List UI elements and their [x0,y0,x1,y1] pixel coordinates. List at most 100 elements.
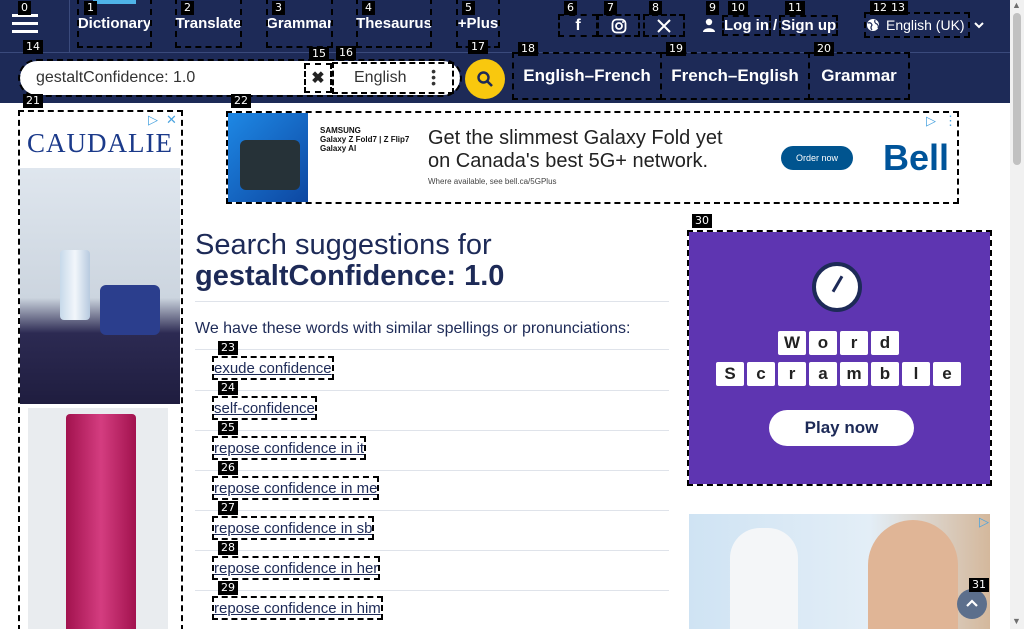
mark-label: 14 [23,40,43,54]
mark-label: 31 [969,578,989,592]
chevron-down-icon[interactable] [974,17,984,35]
x-icon[interactable] [643,14,685,37]
mark-label: 12 [870,1,890,15]
game-tile: r [840,331,868,355]
mark-label: 11 [785,1,805,15]
page-title-query: gestaltConfidence: 1.0 [195,260,505,292]
mark-label: 17 [468,40,488,54]
scroll-up-arrow-icon[interactable]: ▲ [1012,0,1021,10]
scrollbar-thumb[interactable] [1013,13,1021,165]
mark-label: 5 [462,1,475,15]
login-slash: / [773,16,778,34]
nav-dictionary-label: Dictionary [77,14,152,32]
divider [195,390,669,391]
instagram-icon[interactable] [597,14,640,37]
left-ad-jar [100,285,160,335]
mark-label: 6 [564,1,577,15]
ad-close-icon[interactable]: ✕ [166,112,177,128]
mark-label: 10 [728,1,748,15]
banner-ad-menu-icon[interactable]: ⋮ [944,113,957,129]
mark-label: 18 [518,42,538,56]
suggestion-link[interactable]: repose confidence in me [211,476,380,500]
banner-ad-headline: Get the slimmest Galaxy Fold yet on Cana… [428,127,723,172]
facebook-icon[interactable]: f [558,14,598,37]
divider [195,301,669,302]
suggestion-link[interactable]: repose confidence in her [211,556,381,580]
search-input-value: gestaltConfidence: 1.0 [36,69,196,86]
mark-label: 21 [23,94,43,108]
left-ad-bottle [60,250,90,320]
mark-label: 28 [218,541,238,555]
game-tile: o [809,331,837,355]
login-link[interactable]: Log in [722,14,771,36]
game-tile: S [716,362,744,386]
game-tile: d [871,331,899,355]
page-title: Search suggestions for gestaltConfidence… [195,230,504,292]
quick-link-grammar[interactable]: Grammar [808,52,910,100]
banner-ad-cta[interactable]: Order now [781,146,853,170]
game-play-button[interactable]: Play now [769,410,914,446]
signup-link[interactable]: Sign up [779,14,839,36]
hearing-ad-doctor [730,528,798,629]
suggestion-link[interactable]: self-confidence [212,396,317,420]
banner-ad-brand: SAMSUNG Galaxy Z Fold7 | Z Flip7 Galaxy … [320,126,410,153]
scroll-down-arrow-icon[interactable]: ▼ [1012,616,1021,626]
nav-translate-label: Translate [175,14,242,32]
chevron-up-icon [966,599,978,607]
top-nav-bar [0,0,1010,52]
menu-icon[interactable] [12,14,38,34]
hearing-adchoices-icon[interactable]: ▷ [979,514,989,530]
game-tile: m [840,362,868,386]
back-to-top-button[interactable] [957,589,987,619]
dictionary-selector[interactable]: English • • • [332,62,454,94]
mark-label: 7 [604,1,617,15]
mark-label: 4 [362,1,375,15]
mark-label: 9 [706,1,719,15]
mark-label: 2 [181,1,194,15]
mark-label: 27 [218,501,238,515]
quick-link-french-english[interactable]: French–English [660,52,810,100]
divider [195,470,669,471]
suggestion-link[interactable]: repose confidence in him [212,596,383,620]
banner-adchoices-icon[interactable]: ▷ [926,113,936,129]
suggestion-link[interactable]: repose confidence in it [211,436,367,460]
search-icon [477,71,493,87]
nav-divider [0,52,1010,53]
quick-link-english-french[interactable]: English–French [512,52,662,100]
globe-icon [867,19,879,31]
banner-ad-phone [240,140,300,190]
search-button[interactable] [465,59,505,99]
left-ad-tube [66,414,136,629]
adchoices-icon[interactable]: ▷ [148,112,158,128]
mark-label: 29 [218,581,238,595]
game-tile: b [871,362,899,386]
nav-grammar-label: Grammar [266,14,333,32]
divider [195,550,669,551]
clear-icon[interactable]: ✖ [304,63,332,93]
divider [195,430,669,431]
mark-label: 30 [692,214,712,228]
language-selector[interactable]: English (UK) [864,12,970,38]
game-tile: c [747,362,775,386]
dictionary-selector-label: English [354,69,407,86]
divider [195,510,669,511]
banner-ad-subtext: Where available, see bell.ca/5GPlus [428,177,557,186]
mark-label: 26 [218,461,238,475]
game-tile: e [933,362,961,386]
mark-label: 16 [336,46,356,60]
suggestion-link[interactable]: exude confidence [212,356,334,380]
game-tile: r [778,362,806,386]
mark-label: 23 [218,341,238,355]
mark-label: 24 [218,381,238,395]
mark-label: 19 [666,42,686,56]
language-label: English (UK) [886,17,965,33]
divider [195,590,669,591]
mark-label: 13 [888,1,908,15]
mark-label: 15 [309,47,329,61]
mark-label: 3 [272,1,285,15]
page-title-prefix: Search suggestions for [195,229,492,261]
suggestions-intro: We have these words with similar spellin… [195,320,631,337]
mark-label: 20 [814,42,834,56]
left-ad-brand: CAUDALIE [27,128,173,158]
suggestion-link[interactable]: repose confidence in sb [211,516,375,540]
